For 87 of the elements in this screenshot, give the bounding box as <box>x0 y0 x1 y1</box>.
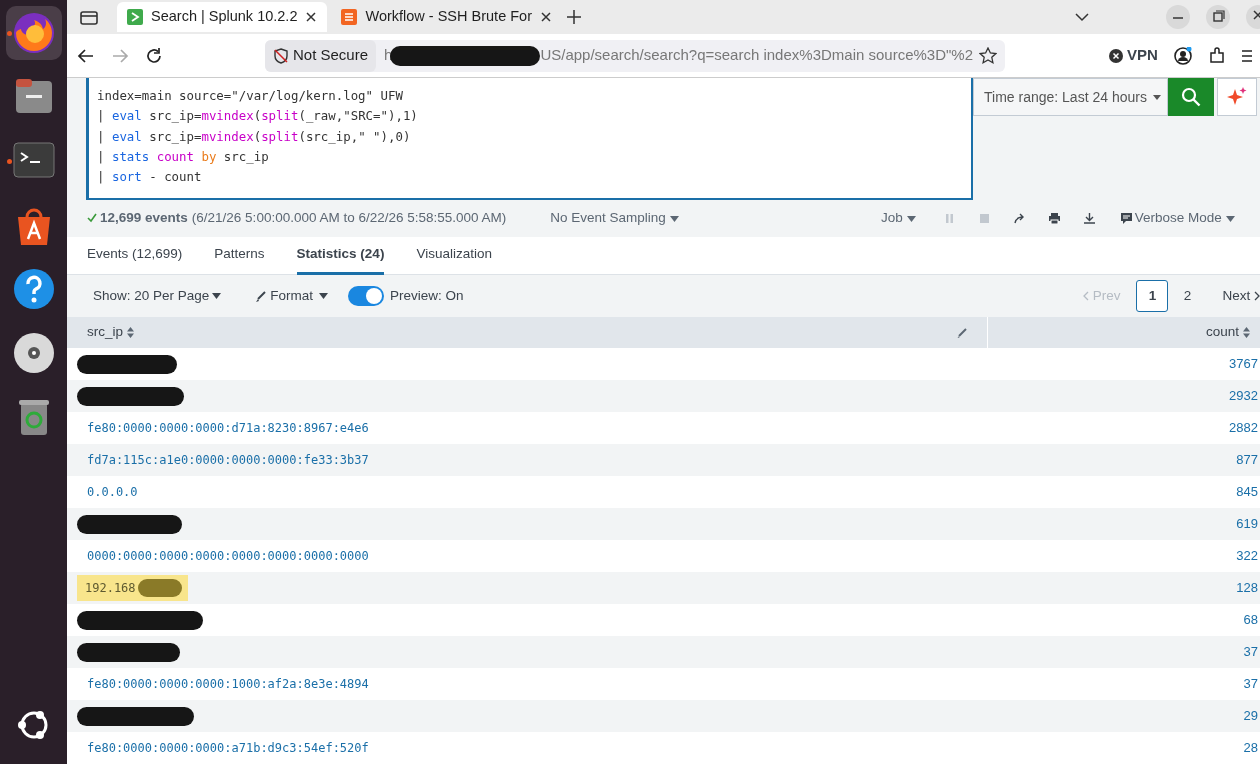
table-cell: 28 <box>987 732 1260 764</box>
column-header[interactable]: src_ip <box>67 317 987 348</box>
table-cell: 322 <box>987 540 1260 572</box>
preview-toggle[interactable] <box>348 285 385 306</box>
table-cell: fe80:0000:0000:0000:a71b:d9c3:54ef:520f <box>67 732 987 764</box>
table-cell: 619 <box>987 508 1260 540</box>
chevron-right-icon <box>1254 291 1260 302</box>
table-cell: 3767 <box>987 348 1260 380</box>
firefox-icon <box>11 11 56 55</box>
reload-icon[interactable] <box>145 46 163 65</box>
account-icon[interactable] <box>1173 46 1192 65</box>
assistant-button[interactable] <box>1217 78 1257 116</box>
caret-icon <box>1151 92 1162 102</box>
close-icon[interactable] <box>540 11 552 23</box>
close-icon[interactable] <box>305 11 318 23</box>
vpn-off-icon <box>1109 48 1123 63</box>
column-header[interactable]: count <box>987 317 1260 348</box>
sort-icon <box>1243 327 1250 338</box>
page-button[interactable]: 1 <box>1136 279 1169 312</box>
table-cell: 0000:0000:0000:0000:0000:0000:0000:0000 <box>67 540 987 572</box>
favicon-icon <box>341 9 358 25</box>
caret-icon <box>906 214 916 223</box>
bookmark-star-icon[interactable] <box>979 46 997 65</box>
back-icon[interactable] <box>77 46 95 65</box>
table-cell: fd7a:115c:a1e0:0000:0000:0000:fe33:3b37 <box>67 444 987 476</box>
format-dropdown[interactable]: Format <box>255 285 329 306</box>
caret-icon <box>212 292 222 301</box>
download-icon[interactable] <box>1083 212 1095 224</box>
search-button[interactable] <box>1168 78 1214 116</box>
mode-dropdown[interactable]: Verbose Mode <box>1120 208 1235 229</box>
search-query-field[interactable]: index=main source="/var/log/kern.log" UFW | eval src_ip=mvindex(split(_raw,"SRC="),1) | eval src_ip=mvindex(split(src_ip," "),0) | stats count by src_ip | sort - count <box>86 78 973 200</box>
table-cell: 37 <box>987 668 1260 700</box>
share-icon[interactable] <box>1013 212 1025 224</box>
table-cell: 29 <box>987 700 1260 732</box>
brush-icon <box>255 290 267 302</box>
mode-icon <box>1120 213 1132 225</box>
edit-icon <box>956 327 967 338</box>
vpn-button[interactable]: VPN <box>1109 44 1158 67</box>
results-tab[interactable]: Patterns <box>214 236 265 275</box>
disc-icon <box>11 331 56 375</box>
url-text: h <box>384 45 393 66</box>
table-cell: 2882 <box>987 412 1260 444</box>
caret-icon <box>1225 214 1235 223</box>
add-tab-icon[interactable] <box>566 9 582 25</box>
results-tab[interactable]: Visualization <box>416 236 492 275</box>
table-cell: 0.0.0.0 <box>67 476 987 508</box>
chevron-left-icon <box>1081 291 1089 302</box>
job-dropdown[interactable]: Job <box>880 208 916 229</box>
print-icon[interactable] <box>1048 212 1060 224</box>
prompt-icon <box>127 9 143 25</box>
table-cell: fe80:0000:0000:0000:1000:af2a:8e3e:4894 <box>67 668 987 700</box>
security-indicator[interactable]: Not Secure <box>265 39 377 72</box>
shield-icon <box>273 47 289 64</box>
tab-overview-icon[interactable] <box>79 8 99 26</box>
extensions-icon[interactable] <box>1207 46 1226 65</box>
url-text: US/app/search/search?q=search index%3Dmain source%3D"%2 <box>540 45 974 66</box>
table-cell: 37 <box>987 636 1260 668</box>
page-size-dropdown[interactable]: Show: 20 Per Page <box>93 285 222 306</box>
table-cell: 877 <box>987 444 1260 476</box>
help-icon <box>11 267 56 311</box>
sort-icon <box>127 327 134 338</box>
address-bar[interactable]: Not Secure h US/app/search/search?q=search index%3Dmain source%3D"%2 <box>265 39 1005 72</box>
results-tab[interactable]: Statistics (24) <box>296 236 385 275</box>
caret-icon <box>669 214 679 223</box>
table-cell: fe80:0000:0000:0000:d71a:8230:8967:e4e6 <box>67 412 987 444</box>
minimize-button[interactable] <box>1166 5 1190 29</box>
preview-label: Preview: On <box>390 286 464 305</box>
table-cell: 128 <box>987 572 1260 604</box>
ip-text: 192.168 <box>85 580 136 597</box>
dock-item[interactable] <box>5 6 62 60</box>
browser-tab[interactable]: Workflow - SSH Brute For <box>331 2 562 32</box>
table-cell: 2932 <box>987 380 1260 412</box>
caret-icon <box>319 292 329 301</box>
time-range-text: (6/21/26 5:00:00.000 AM to 6/22/26 5:58:55.000 AM) <box>191 209 507 228</box>
page-button[interactable]: 2 <box>1171 279 1204 312</box>
event-count: 12,699 events <box>100 209 188 228</box>
restore-button[interactable] <box>1206 5 1230 29</box>
next-button[interactable]: Next <box>1222 285 1260 306</box>
table-cell: 68 <box>987 604 1260 636</box>
search-icon <box>1181 87 1201 107</box>
check-icon <box>87 213 97 224</box>
sampling-dropdown[interactable]: No Event Sampling <box>550 208 679 229</box>
table-cell: 845 <box>987 476 1260 508</box>
close-button[interactable] <box>1246 5 1260 29</box>
results-tab[interactable]: Events (12,699) <box>87 236 183 275</box>
time-range-picker[interactable]: Time range: Last 24 hours <box>973 78 1168 116</box>
browser-tab[interactable]: Search | Splunk 10.2.2 <box>117 2 328 32</box>
